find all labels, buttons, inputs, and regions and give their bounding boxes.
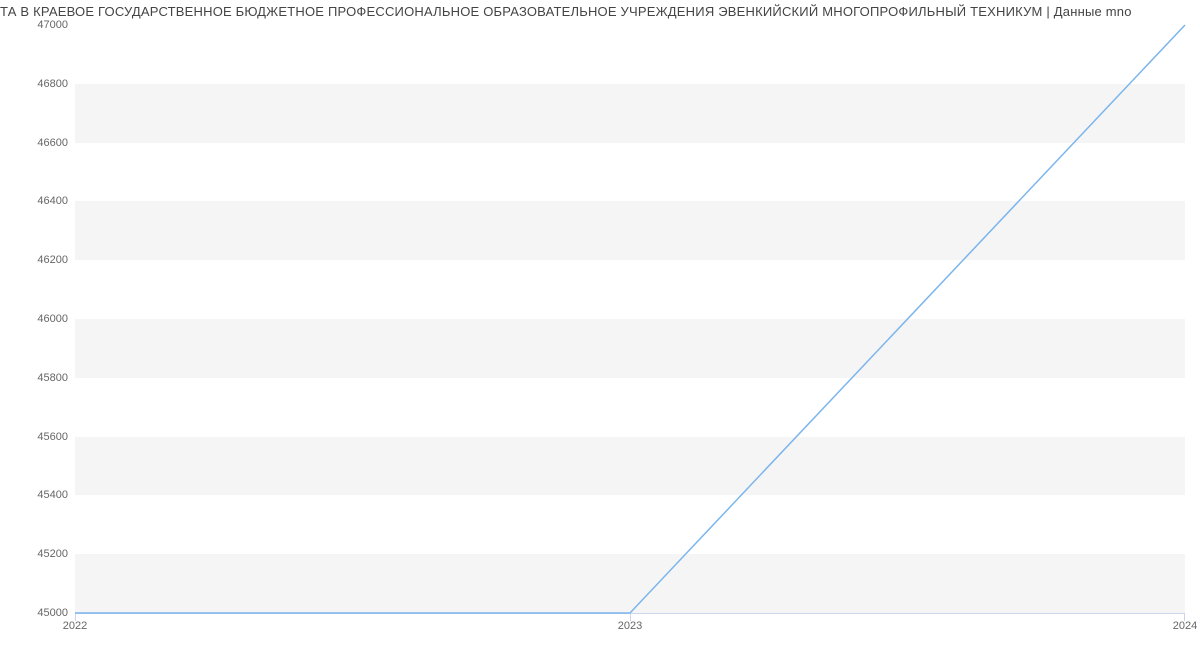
y-tick-label: 46400 <box>8 195 68 207</box>
y-tick-label: 45400 <box>8 489 68 501</box>
y-tick-label: 46600 <box>8 137 68 149</box>
chart-title: ТА В КРАЕВОЕ ГОСУДАРСТВЕННОЕ БЮДЖЕТНОЕ П… <box>0 4 1200 19</box>
y-tick-label: 45800 <box>8 372 68 384</box>
x-tick-label: 2022 <box>63 620 87 632</box>
x-tick-label: 2024 <box>1173 620 1197 632</box>
y-tick-label: 47000 <box>8 19 68 31</box>
y-tick-label: 45600 <box>8 431 68 443</box>
grid <box>75 25 1185 613</box>
plot-area <box>75 25 1185 613</box>
data-line <box>75 25 1185 613</box>
y-tick-label: 45200 <box>8 548 68 560</box>
x-tick-label: 2023 <box>618 620 642 632</box>
y-tick-label: 46800 <box>8 78 68 90</box>
y-tick-label: 45000 <box>8 607 68 619</box>
y-tick-label: 46000 <box>8 313 68 325</box>
y-tick-label: 46200 <box>8 254 68 266</box>
